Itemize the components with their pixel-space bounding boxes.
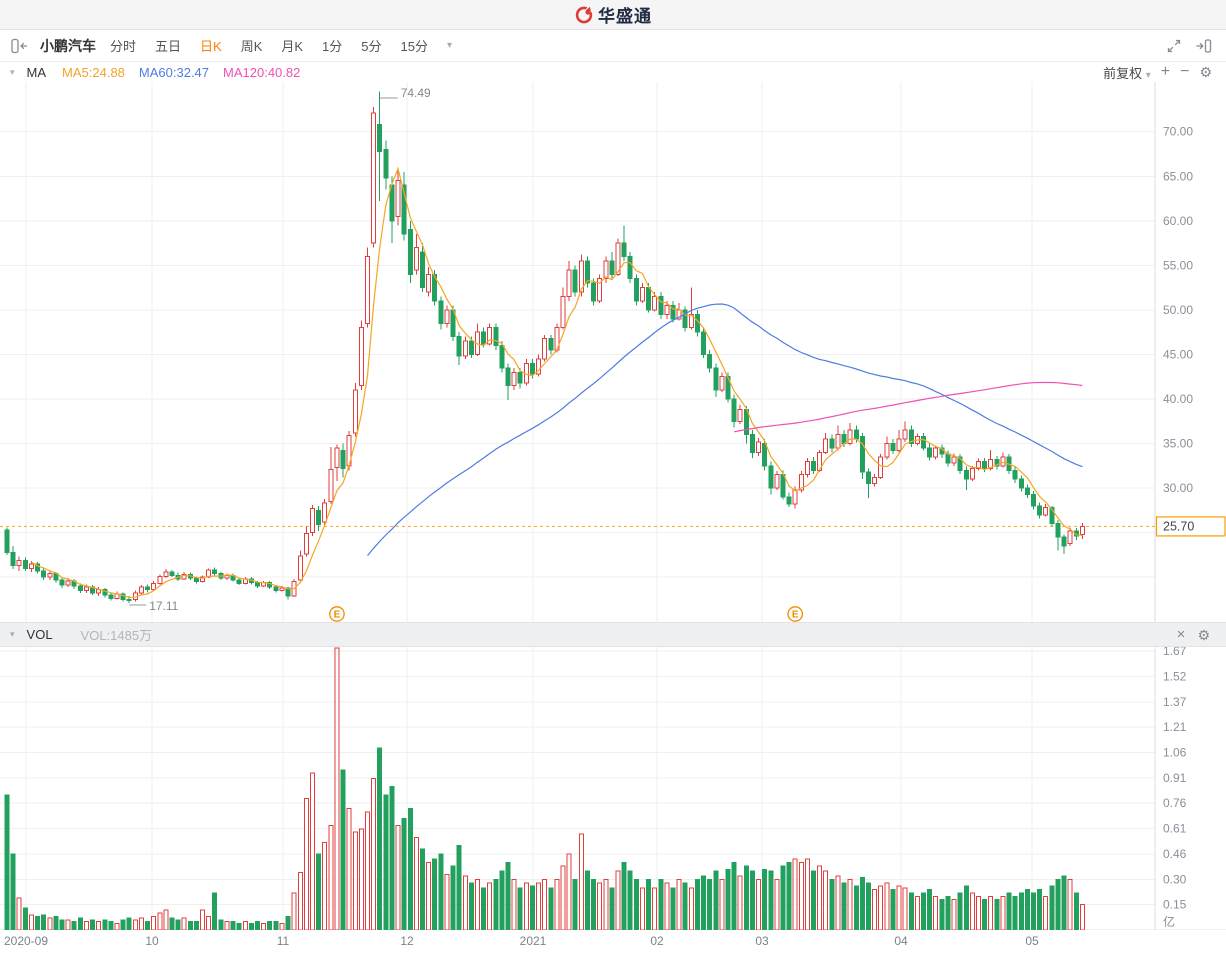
ma120-line	[733, 381, 1083, 433]
tab-日K[interactable]: 日K	[200, 36, 222, 55]
close-volume-icon[interactable]: ×	[1177, 627, 1186, 642]
ma-indicator-value: MA5:24.88	[62, 64, 125, 80]
app-window: 华盛通 小鹏汽车 分时 五日 日K 周K 月K 1分 5分 15分 ▾ ▾ MA MA5:24…	[0, 0, 1226, 957]
tab-5分[interactable]: 5分	[361, 36, 381, 55]
ma-value-labels: MA5:24.88 MA60:32.47 MA120:40.82	[62, 65, 314, 80]
volume-settings-icon[interactable]: ⚙	[1197, 628, 1210, 642]
date-tick-label: 02	[650, 934, 664, 948]
volume-tick-label: 1.06	[1163, 745, 1187, 759]
tab-五日[interactable]: 五日	[155, 36, 181, 55]
stock-name: 小鹏汽车	[40, 37, 96, 54]
indicator-collapse-caret[interactable]: ▾	[10, 67, 15, 78]
volume-indicator-label[interactable]: VOL	[27, 627, 53, 642]
zoom-in-button[interactable]: +	[1161, 64, 1170, 80]
price-tick-label: 45.00	[1163, 347, 1193, 361]
date-axis: 2020-09 10 11 12 2021 02 03 04 05	[0, 930, 1226, 957]
date-tick-label: 2020-09	[3, 934, 49, 948]
toolbar-right-icons	[1166, 38, 1216, 54]
ma-indicator-value: MA60:32.47	[138, 64, 210, 80]
timeframe-tabs: 分时 五日 日K 周K 月K 1分 5分 15分	[110, 36, 447, 55]
volume-tick-label: 0.76	[1163, 796, 1187, 810]
volume-header-icons: × ⚙	[1177, 627, 1216, 642]
zoom-out-button[interactable]: −	[1180, 64, 1189, 80]
price-tick-label: 65.00	[1163, 169, 1193, 183]
tab-月K[interactable]: 月K	[281, 36, 303, 55]
date-tick-label: 2021	[519, 934, 547, 948]
app-header: 华盛通	[0, 0, 1226, 30]
brand: 华盛通	[574, 2, 652, 27]
price-tick-label: 70.00	[1163, 125, 1193, 139]
main-chart-canvas[interactable]: 74.49 17.11 E E 70.00 65.00 60.00 55.00 50.00 45.…	[0, 82, 1226, 622]
open-side-panel-icon[interactable]	[1195, 38, 1212, 54]
volume-chart-canvas[interactable]: 1.67 1.52 1.37 1.21 1.06 0.91 0.76 0.61 0.46 0.30…	[0, 647, 1226, 930]
price-tick-label: 30.00	[1163, 481, 1193, 495]
volume-header: ▾ VOL VOL:1485万 × ⚙	[0, 622, 1226, 647]
adjust-caret: ▾	[1145, 69, 1151, 81]
volume-unit-label: 亿	[1163, 914, 1175, 929]
date-tick-label: 03	[755, 934, 769, 948]
date-tick-label: 04	[894, 934, 908, 948]
volume-tick-label: 1.67	[1163, 647, 1187, 658]
tab-周K[interactable]: 周K	[241, 36, 263, 55]
current-price-label: 25.70	[1163, 519, 1194, 533]
chart-settings-icon[interactable]: ⚙	[1199, 65, 1212, 79]
ma5-line	[31, 166, 1083, 599]
volume-tick-label: 1.21	[1163, 720, 1187, 734]
date-tick-label: 10	[145, 934, 159, 948]
adjust-mode-dropdown[interactable]: 前复权 ▾	[1103, 63, 1151, 82]
price-tick-label: 35.00	[1163, 437, 1193, 451]
volume-tick-label: 1.52	[1163, 669, 1187, 683]
more-timeframes-caret[interactable]: ▾	[447, 40, 452, 51]
fullscreen-icon[interactable]	[1166, 38, 1182, 54]
tab-15分[interactable]: 15分	[401, 36, 428, 55]
volume-tick-label: 0.15	[1163, 898, 1187, 912]
collapse-panel-icon[interactable]	[10, 38, 30, 54]
ma-indicator-value: MA120:40.82	[223, 64, 301, 80]
date-tick-label: 05	[1025, 934, 1039, 948]
volume-tick-label: 0.61	[1163, 822, 1187, 836]
date-tick-label: 11	[276, 934, 290, 948]
indicator-group-label[interactable]: MA	[27, 65, 47, 80]
volume-tick-label: 1.37	[1163, 695, 1187, 709]
price-tick-label: 60.00	[1163, 214, 1193, 228]
price-tick-label: 55.00	[1163, 258, 1193, 272]
date-tick-label: 12	[400, 934, 414, 948]
volume-tick-label: 0.91	[1163, 771, 1187, 785]
earnings-marker-label: E	[792, 610, 799, 621]
flame-logo-icon	[575, 6, 593, 23]
indicator-bar: ▾ MA MA5:24.88 MA60:32.47 MA120:40.82 前复权 …	[0, 62, 1226, 82]
chart-toolbar: 小鹏汽车 分时 五日 日K 周K 月K 1分 5分 15分 ▾	[0, 30, 1226, 62]
indicator-right-controls: 前复权 ▾ + − ⚙	[1103, 63, 1216, 82]
price-tick-label: 40.00	[1163, 392, 1193, 406]
tab-分时[interactable]: 分时	[110, 36, 136, 55]
app-title: 华盛通	[598, 7, 652, 26]
tab-1分[interactable]: 1分	[322, 36, 342, 55]
volume-tick-label: 0.46	[1163, 847, 1187, 861]
high-annotation: 74.49	[401, 86, 431, 100]
volume-current-value: VOL:1485万	[80, 628, 153, 643]
volume-collapse-caret[interactable]: ▾	[10, 629, 15, 640]
earnings-marker-label: E	[334, 610, 341, 621]
volume-tick-label: 0.30	[1163, 872, 1187, 886]
low-annotation: 17.11	[149, 599, 178, 613]
price-tick-label: 50.00	[1163, 303, 1193, 317]
